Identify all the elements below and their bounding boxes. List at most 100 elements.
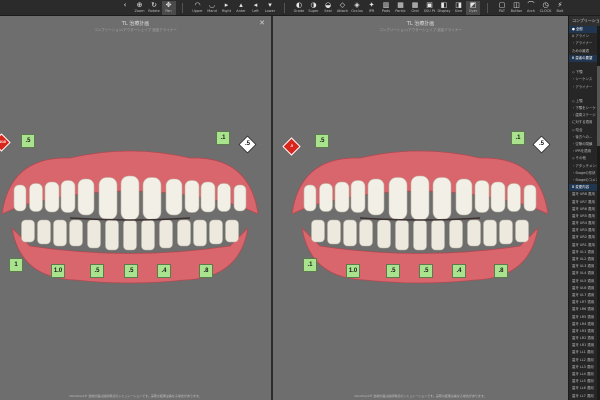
panel-row[interactable]: ・アタッチメント xyxy=(569,163,600,170)
panel-row[interactable]: ・歯周ステージ xyxy=(569,112,600,119)
toolbar-clock-button[interactable]: ◷ CLOCK xyxy=(539,1,553,15)
panel-row[interactable]: 歯牙 LR4 適用 xyxy=(569,321,600,328)
toolbar-upper-button[interactable]: ◠ Upper xyxy=(191,1,205,15)
ipr-value-label[interactable]: .4 xyxy=(452,264,466,278)
panel-row[interactable]: 歯牙 LL3 適用 xyxy=(569,364,600,371)
panel-row[interactable]: 歯牙 LR7 適用 xyxy=(569,299,600,306)
toolbar-pat-button[interactable]: ▢ PAT xyxy=(495,1,509,15)
toolbar-attach-button[interactable]: ◇ Attach xyxy=(336,1,350,15)
panel-row[interactable]: 歯牙 UR4 適用 xyxy=(569,220,600,227)
panel-row[interactable]: 歯牙 UL4 適用 xyxy=(569,270,600,277)
panel-row[interactable]: ・Stageのコメント xyxy=(569,177,600,184)
ipr-value-label[interactable]: .5 xyxy=(386,264,400,278)
right-3d-viewport[interactable]: TL 治療計画 コンプリーション/アウターシェイプ 追加アライナー ClinCh… xyxy=(273,16,568,400)
left-3d-viewport[interactable]: TL 治療計画 コンプリーション/アウターシェイプ 追加アライナー ✕ Clin… xyxy=(0,16,271,400)
dental-arch-model[interactable] xyxy=(273,16,568,400)
panel-row[interactable]: ・後方への… xyxy=(569,134,600,141)
toolbar-button-button[interactable]: ◫ Button xyxy=(510,1,524,15)
ipr-value-label[interactable]: 1.0 xyxy=(346,264,360,278)
ipr-value-label[interactable]: 1 xyxy=(9,258,23,272)
ipr-value-label[interactable]: .5 xyxy=(90,264,104,278)
toolbar-zoom-button[interactable]: ⊕ Zoom xyxy=(133,1,147,15)
panel-row[interactable]: ◇ 下顎 xyxy=(569,69,600,76)
ipr-value-label[interactable]: 1.0 xyxy=(51,264,65,278)
panel-row[interactable]: 歯牙 UR1 適用 xyxy=(569,242,600,249)
panel-row[interactable]: 歯牙 UL2 適用 xyxy=(569,256,600,263)
panel-row[interactable]: 歯牙 LL4 適用 xyxy=(569,371,600,378)
toolbar-pads-button[interactable]: ▥ Pads xyxy=(379,1,393,15)
toolbar-left-button[interactable]: ◂ Left xyxy=(249,1,263,15)
toolbar-anter-button[interactable]: ▴ Anter xyxy=(234,1,248,15)
panel-row[interactable]: ・IPRを適用 xyxy=(569,148,600,155)
ipr-value-label[interactable]: .1 xyxy=(511,131,525,145)
panel-row[interactable]: 歯牙 UL6 適用 xyxy=(569,285,600,292)
panel-row[interactable]: ・空隙の閉鎖 xyxy=(569,141,600,148)
panel-row[interactable]: ・アライナー xyxy=(569,84,600,91)
toolbar-over-button[interactable]: ◩ Over xyxy=(466,1,480,15)
panel-row[interactable] xyxy=(569,91,600,98)
panel-row[interactable]: に対する適用 xyxy=(569,119,600,126)
toolbar-rotate-button[interactable]: ↻ Rotate xyxy=(147,1,161,15)
toolbar-bolt-button[interactable]: ⚡ Bolt xyxy=(553,1,567,15)
panel-row[interactable]: ● 全般 xyxy=(569,26,600,34)
ipr-value-label[interactable]: .8 xyxy=(494,264,508,278)
panel-row[interactable]: 歯牙 LL6 適用 xyxy=(569,385,600,392)
ipr-value-label[interactable]: .5 xyxy=(21,134,35,148)
toolbar-right-button[interactable]: ▸ Right xyxy=(220,1,234,15)
panel-row[interactable]: ・下顎をシーケ xyxy=(569,105,600,112)
toolbar-pontic-button[interactable]: ▦ Pontic xyxy=(394,1,408,15)
panel-row[interactable]: ・アライナー xyxy=(569,40,600,47)
panel-row[interactable]: B 患者の要望 xyxy=(569,54,600,62)
panel-row[interactable]: 歯牙 UR8 適用 xyxy=(569,191,600,198)
toolbar-arch-button[interactable]: ⌒ Arch xyxy=(524,1,538,15)
ipr-value-label[interactable]: .8 xyxy=(199,264,213,278)
panel-row[interactable]: 歯牙 UL7 適用 xyxy=(569,292,600,299)
toolbar-ipr-button[interactable]: ✦ IPR xyxy=(365,1,379,15)
toolbar-grade-button[interactable]: ◐ Grade xyxy=(292,1,306,15)
panel-row[interactable]: 歯牙 LL1 適用 xyxy=(569,349,600,356)
panel-row[interactable]: ◇ 咬合 xyxy=(569,127,600,134)
panel-row[interactable]: 歯牙 UL3 適用 xyxy=(569,263,600,270)
ipr-value-label[interactable]: .5 xyxy=(124,264,138,278)
dental-arch-model[interactable] xyxy=(0,16,271,400)
panel-row[interactable]: 歯牙 UL5 適用 xyxy=(569,278,600,285)
panel-row[interactable]: 歯牙 UR2 適用 xyxy=(569,234,600,241)
toolbar-grid-button[interactable]: ▦ Grid xyxy=(408,1,422,15)
panel-row[interactable] xyxy=(569,62,600,69)
panel-row[interactable]: 歯牙 LR1 適用 xyxy=(569,342,600,349)
toolbar-mand-button[interactable]: ◡ Mand xyxy=(205,1,219,15)
panel-row[interactable]: 歯牙 LR5 適用 xyxy=(569,314,600,321)
panel-row[interactable]: A アライン xyxy=(569,33,600,40)
panel-row[interactable]: 歯牙 UL1 適用 xyxy=(569,249,600,256)
panel-row[interactable]: ための最適 xyxy=(569,48,600,55)
toolbar-chevron-left-button[interactable]: ‹ xyxy=(118,1,132,15)
panel-row[interactable]: ・Stageの形状 xyxy=(569,170,600,177)
panel-row[interactable]: 歯牙 LR6 適用 xyxy=(569,306,600,313)
panel-row[interactable]: B 変更内容 xyxy=(569,184,600,192)
toolbar-pan-button[interactable]: ✥ Pan xyxy=(161,1,176,15)
ipr-value-label[interactable]: .4 xyxy=(157,264,171,278)
panel-row[interactable]: 歯牙 UR3 適用 xyxy=(569,227,600,234)
toolbar-lower-button[interactable]: ▾ Lower xyxy=(263,1,277,15)
panel-row[interactable]: 歯牙 LL5 適用 xyxy=(569,378,600,385)
ipr-value-label[interactable]: .1 xyxy=(216,131,230,145)
ipr-value-label[interactable]: .5 xyxy=(315,134,329,148)
panel-row[interactable]: 歯牙 LL2 適用 xyxy=(569,357,600,364)
toolbar-seal-button[interactable]: ◒ Seal xyxy=(321,1,335,15)
toolbar-super-button[interactable]: ◑ Super xyxy=(307,1,321,15)
panel-row[interactable]: 歯牙 LL7 適用 xyxy=(569,393,600,400)
panel-row[interactable]: 歯牙 UR5 適用 xyxy=(569,213,600,220)
panel-row[interactable]: 歯牙 LR2 適用 xyxy=(569,335,600,342)
panel-row[interactable]: 歯牙 LR3 適用 xyxy=(569,328,600,335)
panel-row[interactable]: ・シーケンス xyxy=(569,76,600,83)
toolbar-ssu-button[interactable]: ▣ SSU Pt xyxy=(423,1,437,15)
ipr-value-label[interactable]: .5 xyxy=(419,264,433,278)
toolbar-occlusion-button[interactable]: ◈ Occlus xyxy=(350,1,364,15)
toolbar-display-button[interactable]: ◧ Display xyxy=(437,1,451,15)
panel-row[interactable]: ◇ その他 xyxy=(569,155,600,162)
toolbar-sine-button[interactable]: ◨ Sine xyxy=(452,1,466,15)
panel-row[interactable]: 歯牙 UR6 適用 xyxy=(569,206,600,213)
panel-row[interactable]: ◇ 上顎 xyxy=(569,98,600,105)
panel-row[interactable]: 歯牙 UR7 適用 xyxy=(569,199,600,206)
ipr-value-label[interactable]: .1 xyxy=(303,258,317,272)
